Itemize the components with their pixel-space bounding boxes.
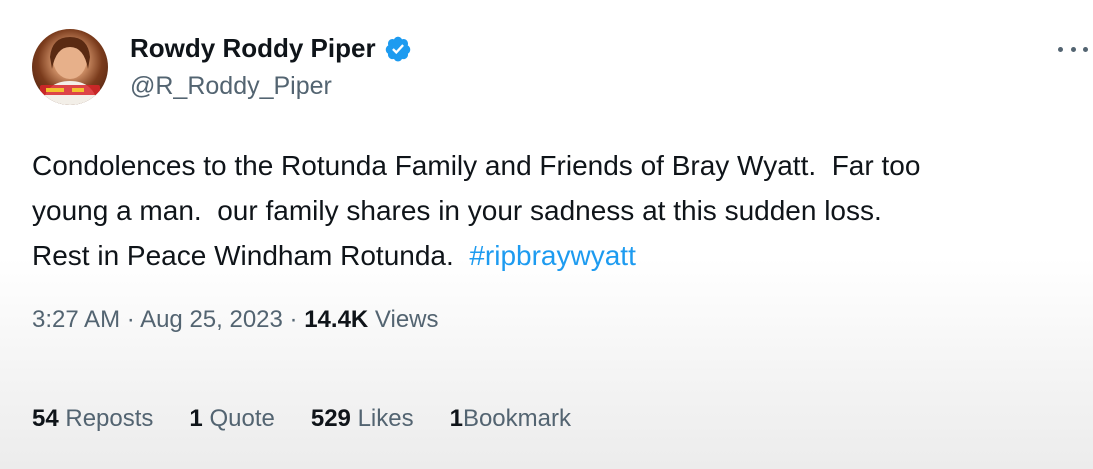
more-dot-icon bbox=[1070, 46, 1076, 52]
bookmarks-count: 1 bbox=[449, 405, 463, 432]
meta-separator: · bbox=[282, 306, 305, 333]
meta-separator: · bbox=[120, 306, 141, 333]
display-name-text[interactable]: Rowdy Roddy Piper bbox=[130, 33, 376, 64]
profile-photo-icon bbox=[40, 37, 100, 105]
reposts-stat[interactable]: 54 Reposts bbox=[32, 405, 153, 433]
engagement-stats: 54 Reposts 1 Quote 529 Likes 1Bookmark bbox=[32, 405, 571, 433]
author-handle[interactable]: @R_Roddy_Piper bbox=[130, 72, 332, 101]
likes-stat[interactable]: 529 Likes bbox=[311, 405, 414, 433]
tweet-time[interactable]: 3:27 AM bbox=[32, 306, 120, 333]
tweet-line-text: Rest in Peace Windham Rotunda. bbox=[32, 240, 470, 271]
author-name[interactable]: Rowdy Roddy Piper bbox=[130, 33, 412, 64]
tweet-line: Rest in Peace Windham Rotunda. #ripbrayw… bbox=[32, 233, 1082, 278]
more-dot-icon bbox=[1083, 46, 1088, 52]
likes-label: Likes bbox=[357, 405, 414, 432]
tweet-text: Condolences to the Rotunda Family and Fr… bbox=[32, 143, 1082, 278]
quotes-count: 1 bbox=[189, 405, 203, 432]
more-options-button[interactable] bbox=[1058, 37, 1088, 61]
reposts-count: 54 bbox=[32, 405, 59, 432]
verified-badge-icon bbox=[385, 36, 410, 61]
quotes-stat[interactable]: 1 Quote bbox=[189, 405, 274, 433]
hashtag-link[interactable]: #ripbraywyatt bbox=[469, 240, 636, 271]
tweet-line: Condolences to the Rotunda Family and Fr… bbox=[32, 150, 921, 181]
tweet-date[interactable]: Aug 25, 2023 bbox=[140, 306, 283, 333]
more-dot-icon bbox=[1058, 46, 1063, 52]
avatar[interactable] bbox=[32, 29, 108, 105]
likes-count: 529 bbox=[310, 405, 351, 432]
views-count: 14.4K bbox=[304, 306, 369, 333]
bookmarks-stat[interactable]: 1Bookmark bbox=[450, 405, 571, 433]
reposts-label: Reposts bbox=[65, 405, 154, 432]
bookmarks-label: Bookmark bbox=[462, 405, 571, 432]
tweet-line: young a man. our family shares in your s… bbox=[32, 195, 882, 226]
views-label: Views bbox=[374, 306, 439, 333]
tweet-meta: 3:27 AM · Aug 25, 2023 · 14.4K Views bbox=[32, 306, 439, 334]
quotes-label: Quote bbox=[209, 405, 275, 432]
